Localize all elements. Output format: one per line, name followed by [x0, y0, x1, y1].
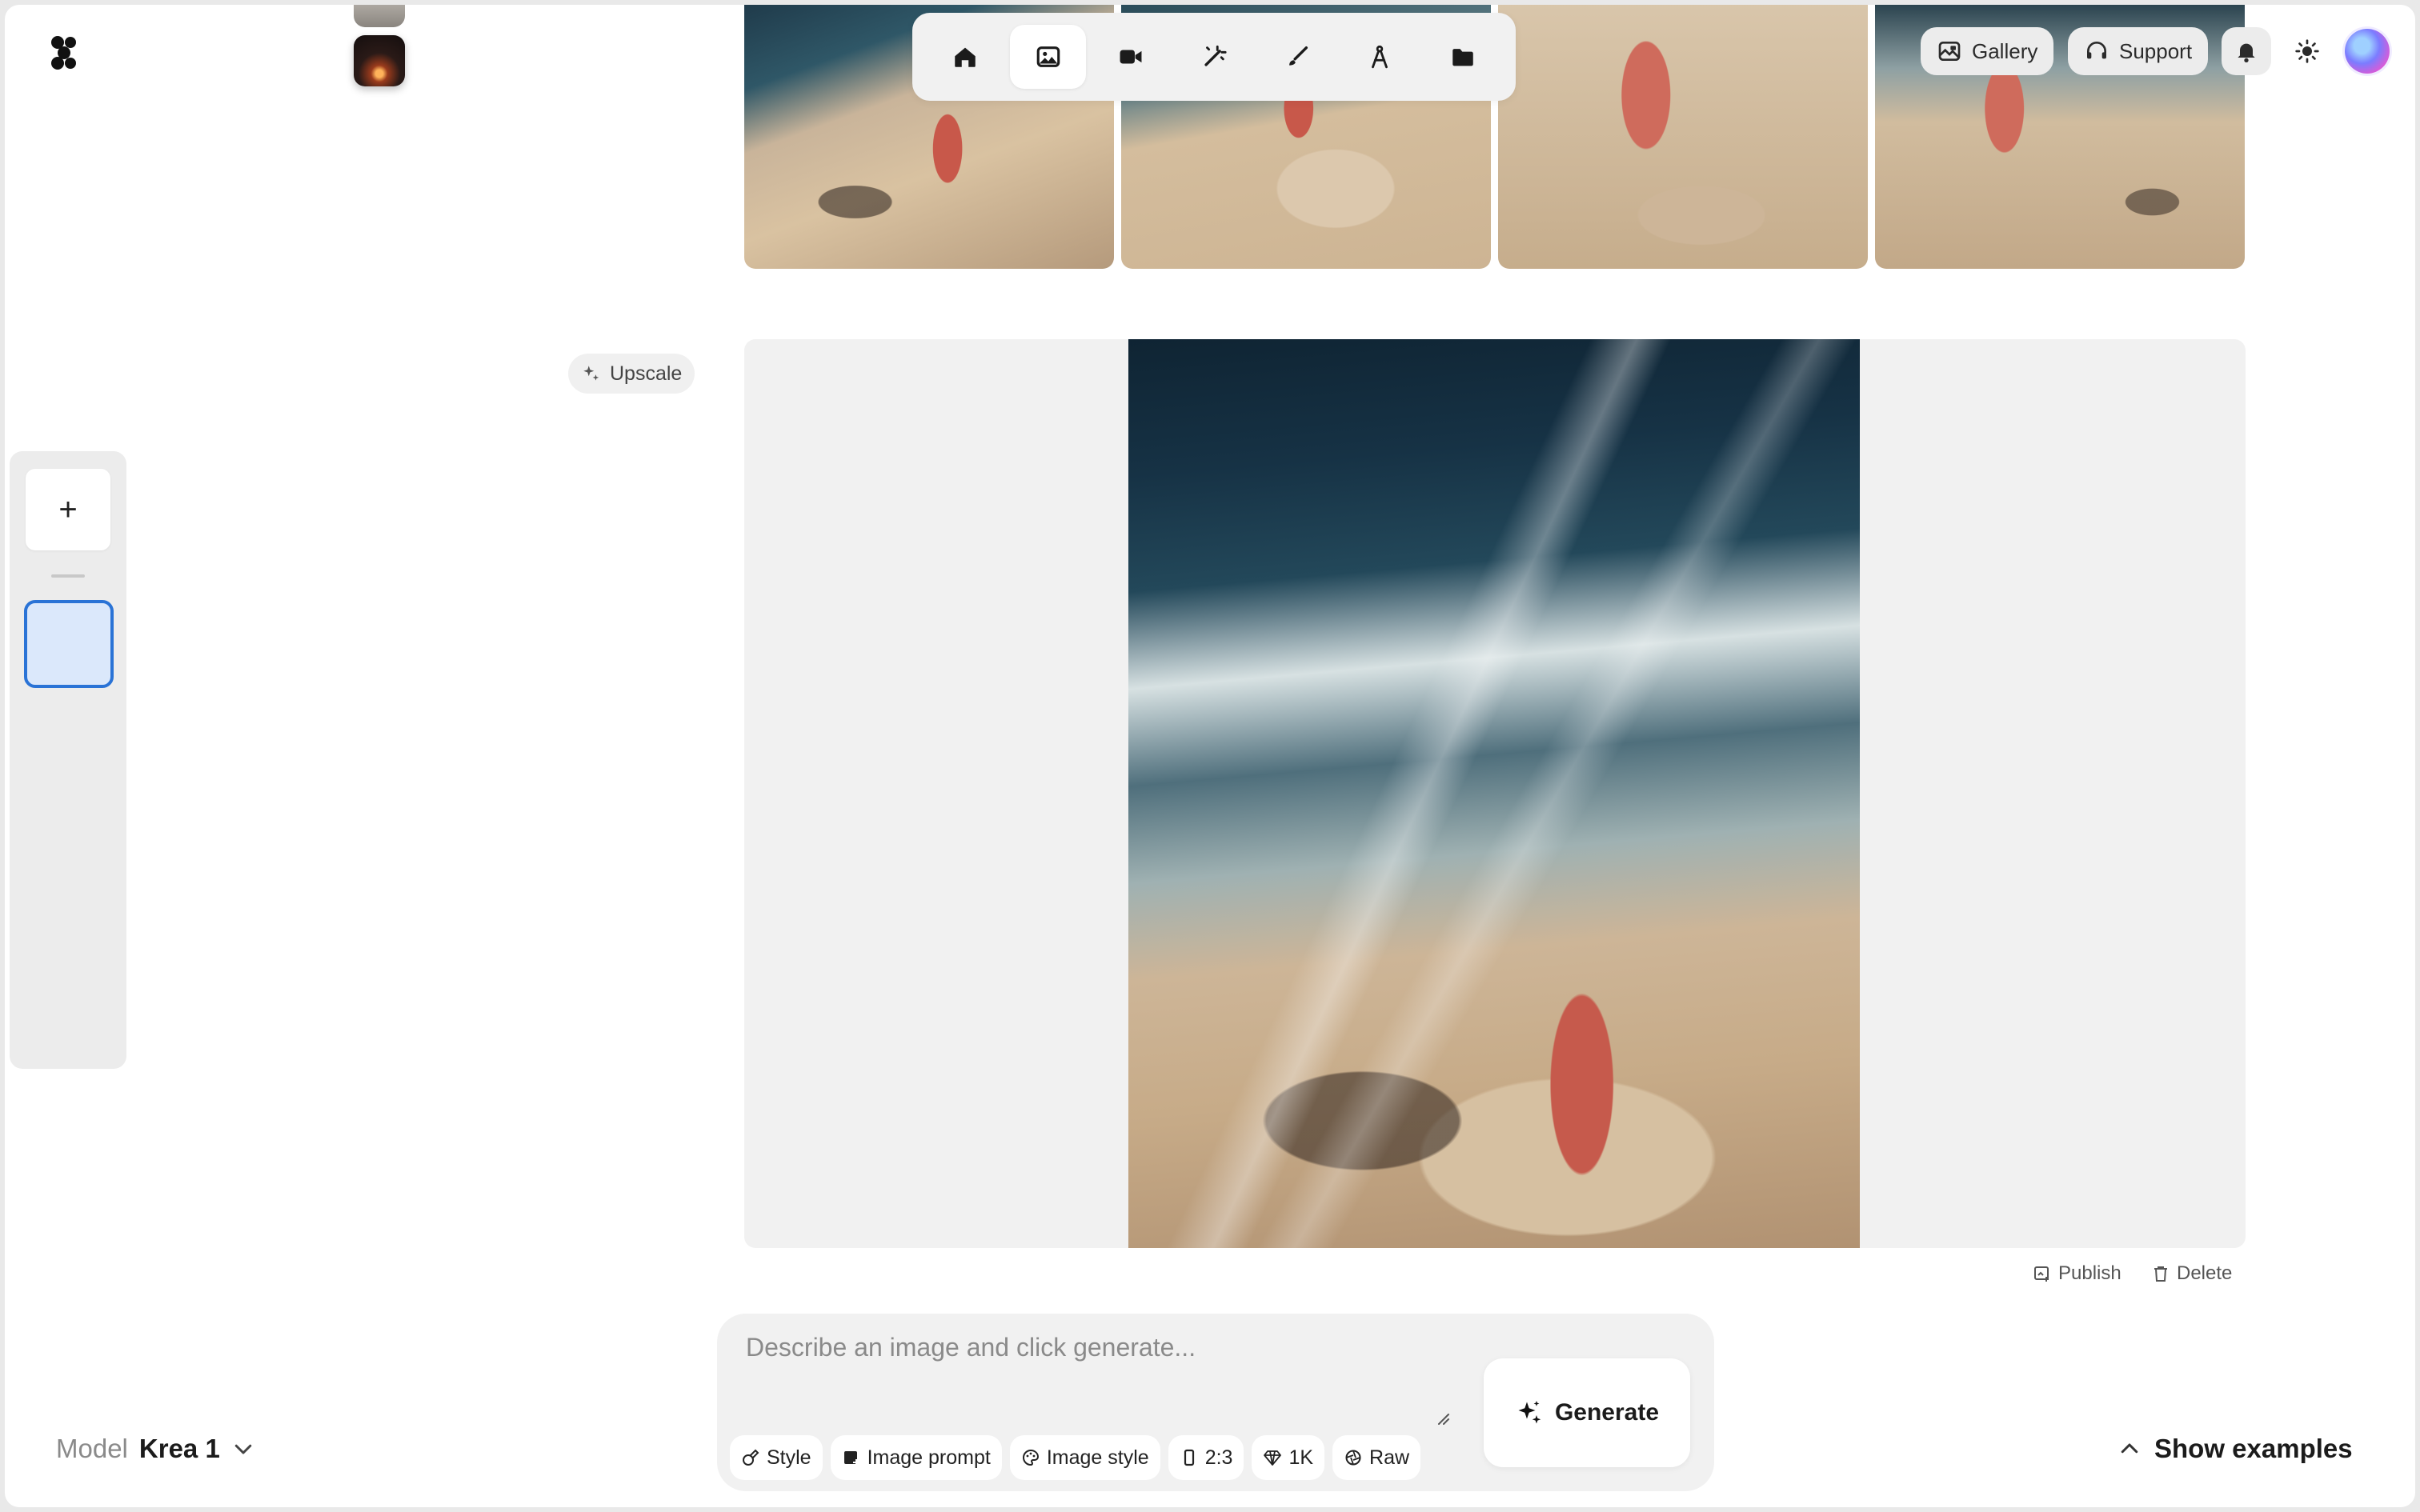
gallery-label: Gallery: [1972, 38, 2038, 63]
prompt-options: Style Image prompt Image style 2:3 1K Ra…: [730, 1435, 1421, 1480]
chevron-up-icon: [2121, 1443, 2138, 1454]
new-session-button[interactable]: +: [26, 469, 110, 550]
publish-icon: [2034, 1266, 2049, 1282]
resolution-chip[interactable]: 1K: [1252, 1435, 1325, 1480]
show-examples-label: Show examples: [2154, 1434, 2353, 1463]
image-icon: [1036, 46, 1060, 67]
realtime-tool-button[interactable]: [1259, 25, 1336, 89]
resolution-chip-label: 1K: [1288, 1446, 1314, 1469]
image-prompt-chip[interactable]: Image prompt: [830, 1435, 1002, 1480]
video-tool-button[interactable]: [1092, 25, 1169, 89]
model-label: Model: [56, 1434, 128, 1463]
home-button[interactable]: [927, 25, 1004, 89]
generate-label: Generate: [1554, 1399, 1660, 1426]
bell-icon: [2238, 43, 2255, 62]
image-tool-button[interactable]: [1009, 25, 1087, 89]
support-button[interactable]: Support: [2068, 27, 2209, 75]
model-value: Krea 1: [138, 1434, 220, 1463]
generated-image-thumbnail[interactable]: [1498, 5, 1868, 269]
publish-label: Publish: [2058, 1262, 2122, 1284]
headset-icon: [2087, 42, 2106, 59]
tool-navigation: [912, 13, 1516, 101]
style-chip-label: Style: [767, 1446, 811, 1469]
enhance-tool-button[interactable]: [1176, 25, 1252, 89]
image-prompt-chip-label: Image prompt: [867, 1446, 991, 1469]
upscale-button[interactable]: Upscale: [568, 354, 695, 394]
resize-handle-icon[interactable]: [1436, 1411, 1450, 1426]
aspect-ratio-icon: [1184, 1449, 1194, 1466]
generate-button[interactable]: Generate: [1484, 1358, 1690, 1467]
user-avatar[interactable]: [2345, 29, 2390, 74]
image-style-chip[interactable]: Image style: [1009, 1435, 1160, 1480]
prompt-input[interactable]: [746, 1333, 1434, 1429]
train-tool-button[interactable]: [1342, 25, 1419, 89]
delete-label: Delete: [2177, 1262, 2233, 1284]
palette-icon: [1022, 1449, 1039, 1466]
raw-mode-chip[interactable]: Raw: [1332, 1435, 1421, 1480]
support-label: Support: [2119, 38, 2193, 63]
image-style-chip-label: Image style: [1046, 1446, 1149, 1469]
raw-mode-chip-label: Raw: [1369, 1446, 1410, 1469]
generated-image[interactable]: [1128, 339, 1860, 1248]
image-prompt-icon: [843, 1451, 859, 1466]
train-compass-icon: [1372, 45, 1388, 69]
sidebar-divider: [51, 574, 85, 578]
style-chip[interactable]: Style: [730, 1435, 823, 1480]
show-examples-button[interactable]: Show examples: [2118, 1434, 2353, 1464]
session-thumbnail-selected[interactable]: [24, 600, 114, 688]
diamond-icon: [1264, 1450, 1282, 1466]
enhance-wand-icon: [1204, 45, 1227, 66]
session-sidebar: +: [10, 451, 126, 1069]
krea-logo-icon[interactable]: [50, 35, 78, 70]
video-icon: [1120, 50, 1142, 64]
raw-icon: [1345, 1450, 1361, 1466]
app-window: Gallery Support + Upscale Publish Delete: [5, 5, 2415, 1507]
folder-icon: [1452, 49, 1473, 66]
upscale-label: Upscale: [610, 362, 683, 385]
notifications-button[interactable]: [2222, 27, 2271, 75]
aspect-ratio-chip[interactable]: 2:3: [1168, 1435, 1244, 1480]
gallery-icon: [1938, 42, 1961, 61]
history-thumbnail[interactable]: [354, 35, 405, 86]
history-thumbnail[interactable]: [354, 5, 405, 27]
sparkle-icon: [583, 366, 599, 381]
prompt-panel: Style Image prompt Image style 2:3 1K Ra…: [717, 1314, 1714, 1491]
sparkle-icon: [1518, 1401, 1541, 1424]
trash-icon: [2154, 1266, 2167, 1282]
gallery-button[interactable]: Gallery: [1921, 27, 2054, 75]
plus-icon: +: [58, 491, 78, 527]
publish-button[interactable]: Publish: [2033, 1262, 2122, 1285]
realtime-brush-icon: [1288, 46, 1308, 66]
style-icon: [743, 1449, 759, 1466]
sun-icon: [2295, 39, 2319, 63]
assets-tool-button[interactable]: [1424, 25, 1501, 89]
model-selector[interactable]: Model Krea 1: [56, 1434, 255, 1464]
home-icon: [955, 47, 976, 67]
theme-toggle-button[interactable]: [2282, 27, 2332, 75]
aspect-ratio-chip-label: 2:3: [1204, 1446, 1233, 1469]
delete-button[interactable]: Delete: [2151, 1262, 2232, 1285]
chevron-down-icon: [234, 1444, 252, 1454]
